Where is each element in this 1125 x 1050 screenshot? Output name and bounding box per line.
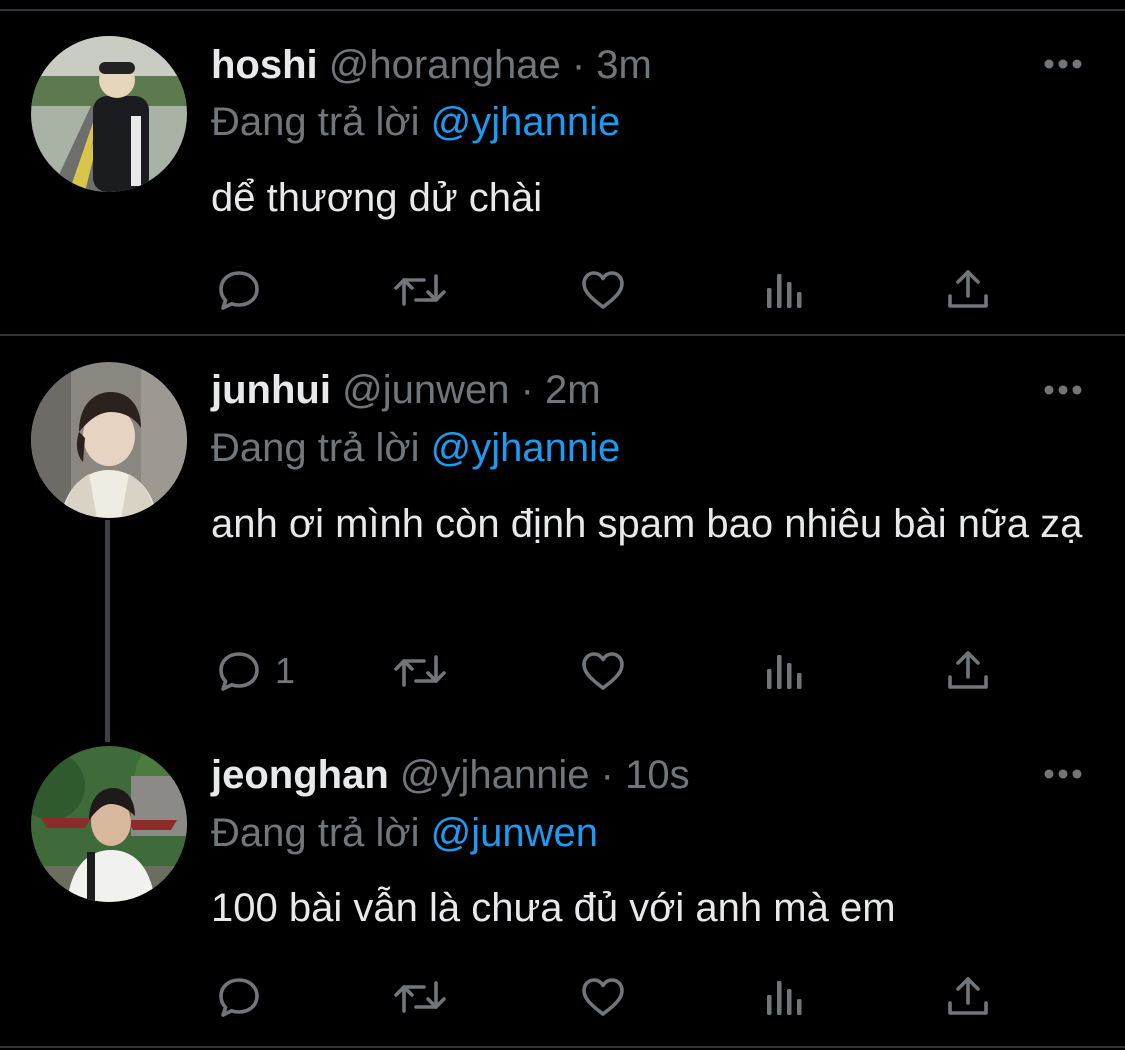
- display-name[interactable]: hoshi: [211, 43, 318, 87]
- reply-count: 1: [275, 650, 296, 691]
- tweet-header: junhui @junwen · 2m: [211, 364, 601, 416]
- bottom-divider: [0, 1046, 1125, 1048]
- tweet-text: anh ơi mình còn định spam bao nhiêu bài …: [211, 502, 1083, 546]
- share-button[interactable]: [944, 262, 992, 318]
- reply-bubble-icon: [215, 266, 263, 314]
- timestamp[interactable]: 2m: [545, 368, 601, 412]
- heart-icon: [579, 266, 627, 314]
- tweet-actions: [211, 262, 1011, 318]
- reply-button[interactable]: [215, 262, 275, 318]
- like-button[interactable]: [579, 969, 627, 1025]
- display-name[interactable]: junhui: [211, 368, 331, 412]
- tweet-actions: [211, 969, 1011, 1025]
- tweet-hoshi[interactable]: hoshi @horanghae · 3m Đang trả lời @yjha…: [0, 0, 1125, 335]
- timestamp[interactable]: 3m: [596, 43, 652, 87]
- tweet-jeonghan[interactable]: jeonghan @yjhannie · 10s Đang trả lời @j…: [0, 721, 1125, 1050]
- reply-mention-link[interactable]: @junwen: [431, 811, 598, 855]
- reply-context: Đang trả lời @yjhannie: [211, 422, 620, 474]
- share-upload-icon: [944, 973, 992, 1021]
- like-button[interactable]: [579, 643, 627, 699]
- tweet-text: 100 bài vẫn là chưa đủ với anh mà em: [211, 886, 896, 930]
- reply-context: Đang trả lời @junwen: [211, 807, 598, 859]
- views-bar-chart-icon: [763, 266, 807, 314]
- display-name[interactable]: jeonghan: [211, 753, 389, 797]
- tweet-junhui[interactable]: junhui @junwen · 2m Đang trả lời @yjhann…: [0, 336, 1125, 721]
- user-handle[interactable]: @horanghae: [329, 43, 561, 87]
- retweet-button[interactable]: [392, 969, 448, 1025]
- reply-mention-link[interactable]: @yjhannie: [431, 426, 621, 470]
- user-handle[interactable]: @junwen: [342, 368, 509, 412]
- separator-dot: ·: [600, 753, 614, 797]
- reply-bubble-icon: [215, 973, 263, 1021]
- tweet-actions: 1: [211, 643, 1011, 699]
- reply-button[interactable]: 1: [215, 643, 295, 699]
- like-button[interactable]: [579, 262, 627, 318]
- retweet-icon: [392, 266, 448, 314]
- timestamp[interactable]: 10s: [625, 753, 690, 797]
- avatar[interactable]: [31, 36, 187, 192]
- reply-prefix: Đang trả lời: [211, 811, 420, 855]
- views-button[interactable]: [763, 969, 807, 1025]
- tweet-text: dể thương dử chài: [211, 176, 543, 220]
- reply-prefix: Đang trả lời: [211, 426, 420, 470]
- tweet-header: hoshi @horanghae · 3m: [211, 39, 652, 91]
- separator-dot: ·: [571, 43, 586, 87]
- retweet-icon: [392, 973, 448, 1021]
- views-button[interactable]: [763, 643, 807, 699]
- avatar[interactable]: [31, 362, 187, 518]
- views-bar-chart-icon: [763, 647, 807, 695]
- separator-dot: ·: [520, 368, 534, 412]
- reply-mention-link[interactable]: @yjhannie: [431, 100, 621, 144]
- reply-prefix: Đang trả lời: [211, 100, 420, 144]
- tweet-header: jeonghan @yjhannie · 10s: [211, 749, 690, 801]
- more-horizontal-icon[interactable]: [1040, 764, 1086, 784]
- reply-bubble-icon: [215, 647, 263, 695]
- heart-icon: [579, 647, 627, 695]
- retweet-button[interactable]: [392, 643, 448, 699]
- share-upload-icon: [944, 647, 992, 695]
- avatar[interactable]: [31, 746, 187, 902]
- user-handle[interactable]: @yjhannie: [400, 753, 590, 797]
- more-horizontal-icon[interactable]: [1040, 380, 1086, 400]
- reply-context: Đang trả lời @yjhannie: [211, 96, 620, 148]
- share-button[interactable]: [944, 643, 992, 699]
- heart-icon: [579, 973, 627, 1021]
- views-bar-chart-icon: [763, 973, 807, 1021]
- retweet-icon: [392, 647, 448, 695]
- share-upload-icon: [944, 266, 992, 314]
- more-horizontal-icon[interactable]: [1040, 54, 1086, 74]
- share-button[interactable]: [944, 969, 992, 1025]
- reply-button[interactable]: [215, 969, 275, 1025]
- views-button[interactable]: [763, 262, 807, 318]
- retweet-button[interactable]: [392, 262, 448, 318]
